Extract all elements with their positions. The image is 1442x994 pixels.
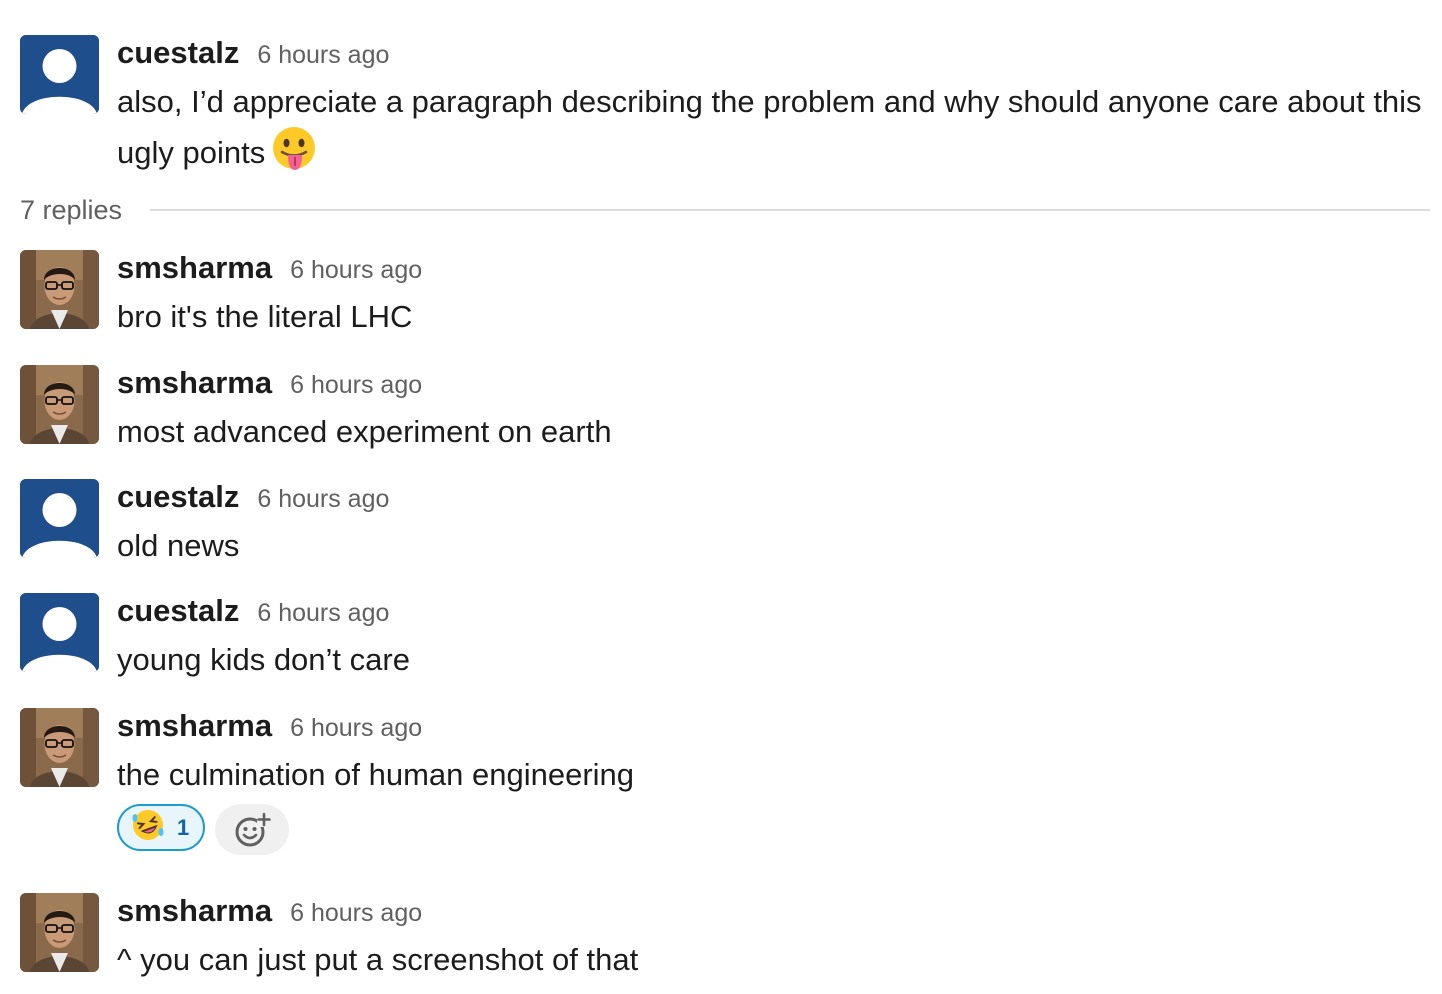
avatar[interactable] xyxy=(20,708,99,787)
default-user-icon xyxy=(20,35,99,114)
message-text: young kids don’t care xyxy=(117,642,410,677)
thread-view: cuestalz 6 hours ago also, I’d appreciat… xyxy=(0,0,1442,994)
message-body: cuestalz 6 hours ago young kids don’t ca… xyxy=(117,593,1422,684)
divider-line xyxy=(150,209,1430,211)
add-emoji-icon xyxy=(235,812,272,846)
avatar[interactable] xyxy=(20,593,99,672)
timestamp[interactable]: 6 hours ago xyxy=(290,895,422,931)
message-body: smsharma 6 hours ago most advanced exper… xyxy=(117,365,1422,456)
author-name[interactable]: smsharma xyxy=(117,250,272,286)
message-header: smsharma 6 hours ago xyxy=(117,708,1422,748)
message-header: smsharma 6 hours ago xyxy=(117,893,1422,933)
message-text: ^ you can just put a screenshot of that xyxy=(117,942,639,977)
avatar[interactable] xyxy=(20,365,99,444)
message-header: smsharma 6 hours ago xyxy=(117,365,1422,405)
message-body: smsharma 6 hours ago ^ you can just put … xyxy=(117,893,1422,984)
user-photo-icon xyxy=(20,893,99,972)
reaction-pill[interactable]: 1 xyxy=(117,804,206,851)
message-text: the culmination of human engineering xyxy=(117,757,635,792)
timestamp[interactable]: 6 hours ago xyxy=(257,595,389,631)
reaction-count: 1 xyxy=(177,814,190,840)
user-photo-icon xyxy=(20,365,99,444)
author-name[interactable]: smsharma xyxy=(117,708,272,744)
default-user-icon xyxy=(20,593,99,672)
user-photo-icon xyxy=(20,708,99,787)
default-user-icon xyxy=(20,479,99,558)
rolling-on-floor-laughing-icon xyxy=(131,808,165,847)
timestamp[interactable]: 6 hours ago xyxy=(290,367,422,403)
reactions-bar: 1 xyxy=(117,804,290,855)
message-body: cuestalz 6 hours ago also, I’d appreciat… xyxy=(117,35,1422,186)
user-photo-icon xyxy=(20,250,99,329)
face-with-tongue-emoji-icon xyxy=(271,126,317,186)
message-text: old news xyxy=(117,528,240,563)
avatar[interactable] xyxy=(20,893,99,972)
timestamp[interactable]: 6 hours ago xyxy=(290,710,422,746)
message-header: cuestalz 6 hours ago xyxy=(117,593,1422,633)
message-header: smsharma 6 hours ago xyxy=(117,250,1422,290)
replies-count: 7 replies xyxy=(20,194,123,225)
add-reaction-button[interactable] xyxy=(215,804,290,855)
replies-divider: 7 replies xyxy=(20,188,1430,232)
message-body: smsharma 6 hours ago bro it's the litera… xyxy=(117,250,1422,341)
message-text: also, I’d appreciate a paragraph describ… xyxy=(117,77,1422,186)
message-header: cuestalz 6 hours ago xyxy=(117,35,1422,75)
timestamp[interactable]: 6 hours ago xyxy=(257,37,389,73)
message-body: cuestalz 6 hours ago old news xyxy=(117,479,1422,570)
avatar[interactable] xyxy=(20,250,99,329)
author-name[interactable]: smsharma xyxy=(117,893,272,929)
timestamp[interactable]: 6 hours ago xyxy=(257,481,389,517)
message-header: cuestalz 6 hours ago xyxy=(117,479,1422,519)
author-name[interactable]: cuestalz xyxy=(117,35,239,71)
avatar[interactable] xyxy=(20,479,99,558)
author-name[interactable]: smsharma xyxy=(117,365,272,401)
timestamp[interactable]: 6 hours ago xyxy=(290,252,422,288)
avatar[interactable] xyxy=(20,35,99,114)
author-name[interactable]: cuestalz xyxy=(117,593,239,629)
message-text: bro it's the literal LHC xyxy=(117,299,413,334)
message-body: smsharma 6 hours ago the culmination of … xyxy=(117,708,1422,799)
message-text: most advanced experiment on earth xyxy=(117,414,612,449)
author-name[interactable]: cuestalz xyxy=(117,479,239,515)
